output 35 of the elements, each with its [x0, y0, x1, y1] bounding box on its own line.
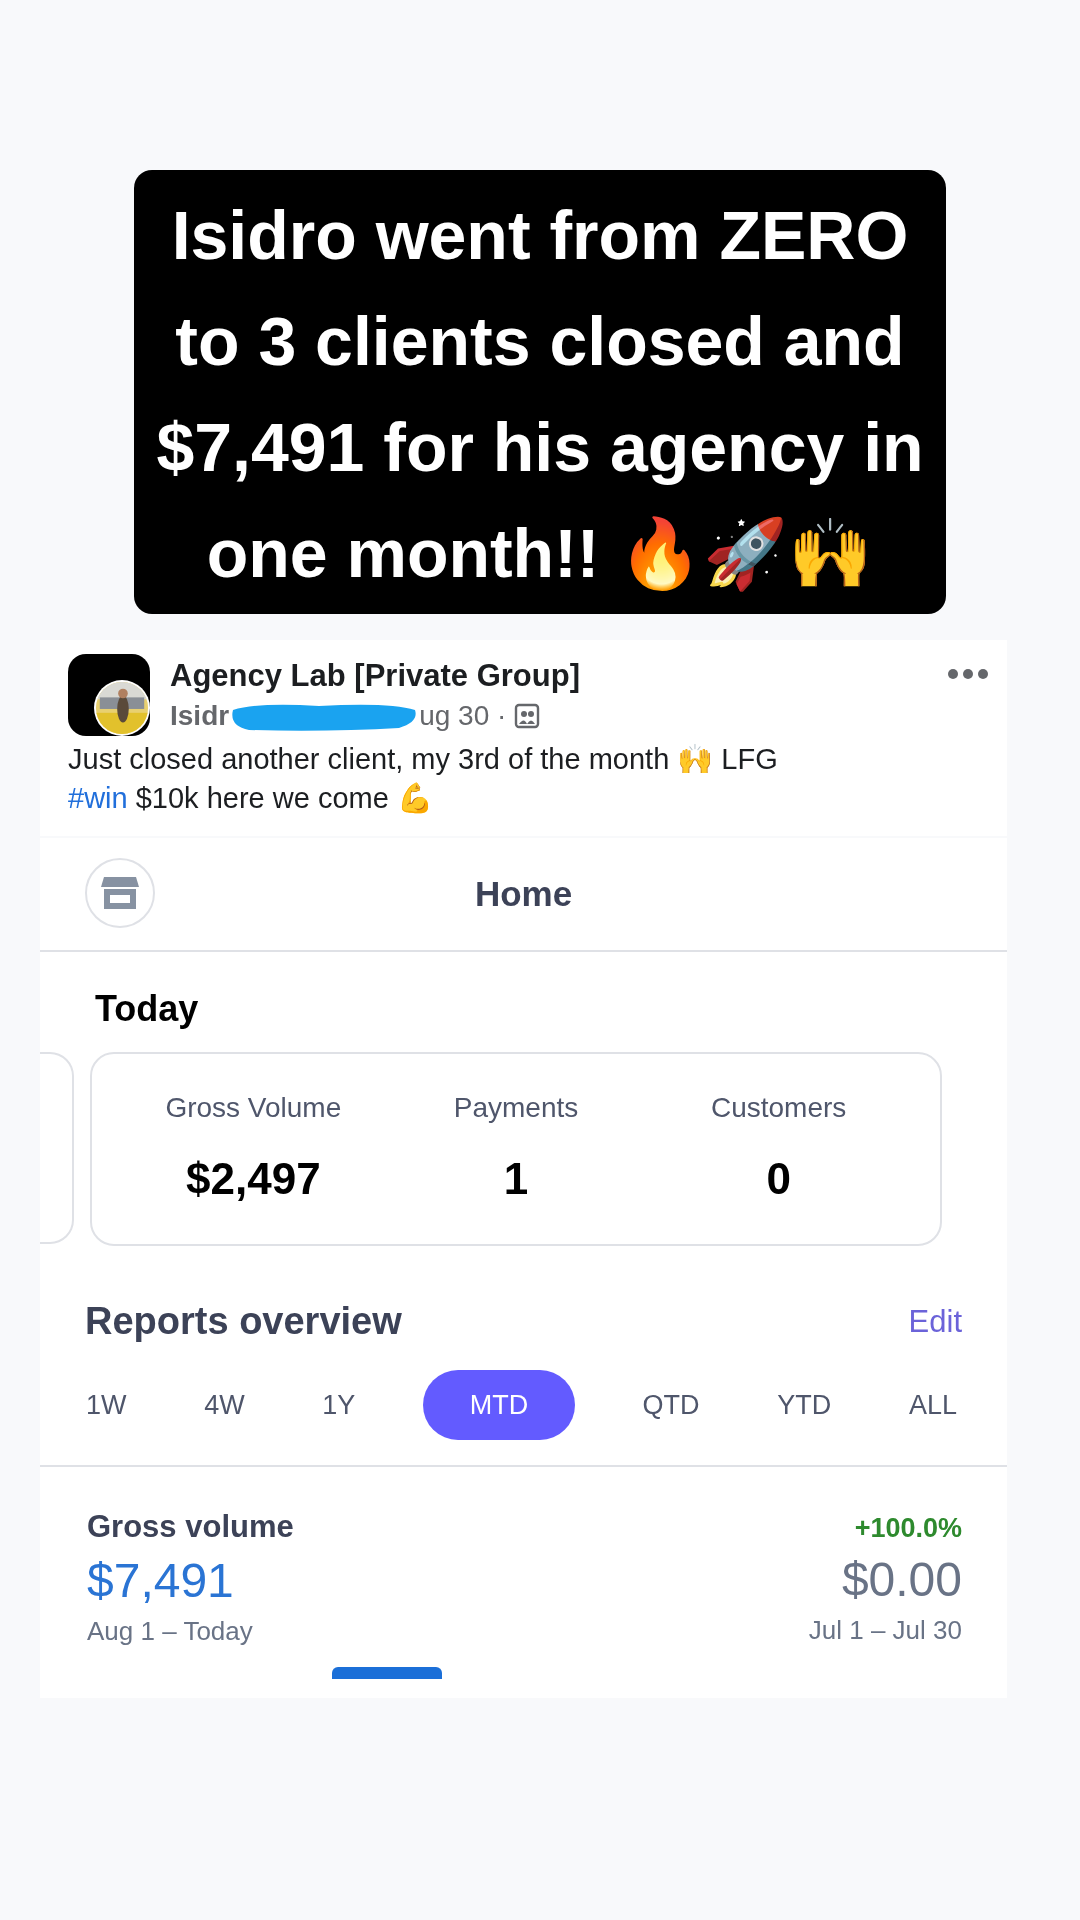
group-name[interactable]: Agency Lab [Private Group] [170, 658, 580, 694]
store-icon [100, 875, 140, 911]
metric-value: 1 [502, 1154, 530, 1204]
headline-text: Isidro went from ZERO to 3 clients closed and $7,491 for his agency in one month!! 🔥🚀🙌 [134, 170, 946, 614]
period-tab[interactable]: YTD [767, 1370, 842, 1440]
page-title: Home [474, 874, 573, 914]
section-heading: Reports overview [85, 1300, 402, 1343]
period-tab[interactable]: 1Y [312, 1370, 366, 1440]
metric-value: $2,497 [185, 1154, 322, 1204]
summary-card[interactable]: Gross Volume $2,497 Payments 1 Customers 0 [90, 1052, 942, 1246]
section-heading: Today [95, 988, 200, 1030]
period-tab[interactable]: 1W [76, 1370, 137, 1440]
metric-label: Gross volume [87, 1509, 294, 1545]
previous-value: $0.00 [841, 1552, 962, 1607]
post-text: Just closed another client, my 3rd of the month 🙌 LFG #win $10k here we come 💪 [68, 742, 779, 816]
store-icon-button[interactable] [85, 858, 155, 928]
metric-label: Customers [709, 1092, 848, 1124]
edit-link[interactable]: Edit [908, 1303, 962, 1340]
period-tab[interactable]: MTD [422, 1370, 575, 1440]
metric-value: $7,491 [87, 1553, 235, 1608]
date-range: Aug 1 – Today [87, 1616, 254, 1647]
group-avatar[interactable] [68, 654, 150, 736]
metric-label: Gross Volume [164, 1092, 343, 1124]
metric-value: 0 [765, 1154, 792, 1204]
date-range: Jul 1 – Jul 30 [808, 1615, 962, 1646]
change-percent: +100.0% [854, 1513, 962, 1544]
more-icon[interactable] [947, 668, 989, 680]
period-tab[interactable]: QTD [632, 1370, 710, 1440]
period-tab[interactable]: ALL [898, 1370, 967, 1440]
period-tab[interactable]: 4W [194, 1370, 255, 1440]
metric-label: Payments [452, 1092, 580, 1124]
post-date: ug 30 · [419, 700, 507, 732]
hashtag-link[interactable]: #win [68, 782, 128, 814]
author-name[interactable]: Isidr [170, 700, 230, 732]
group-icon [514, 703, 541, 729]
